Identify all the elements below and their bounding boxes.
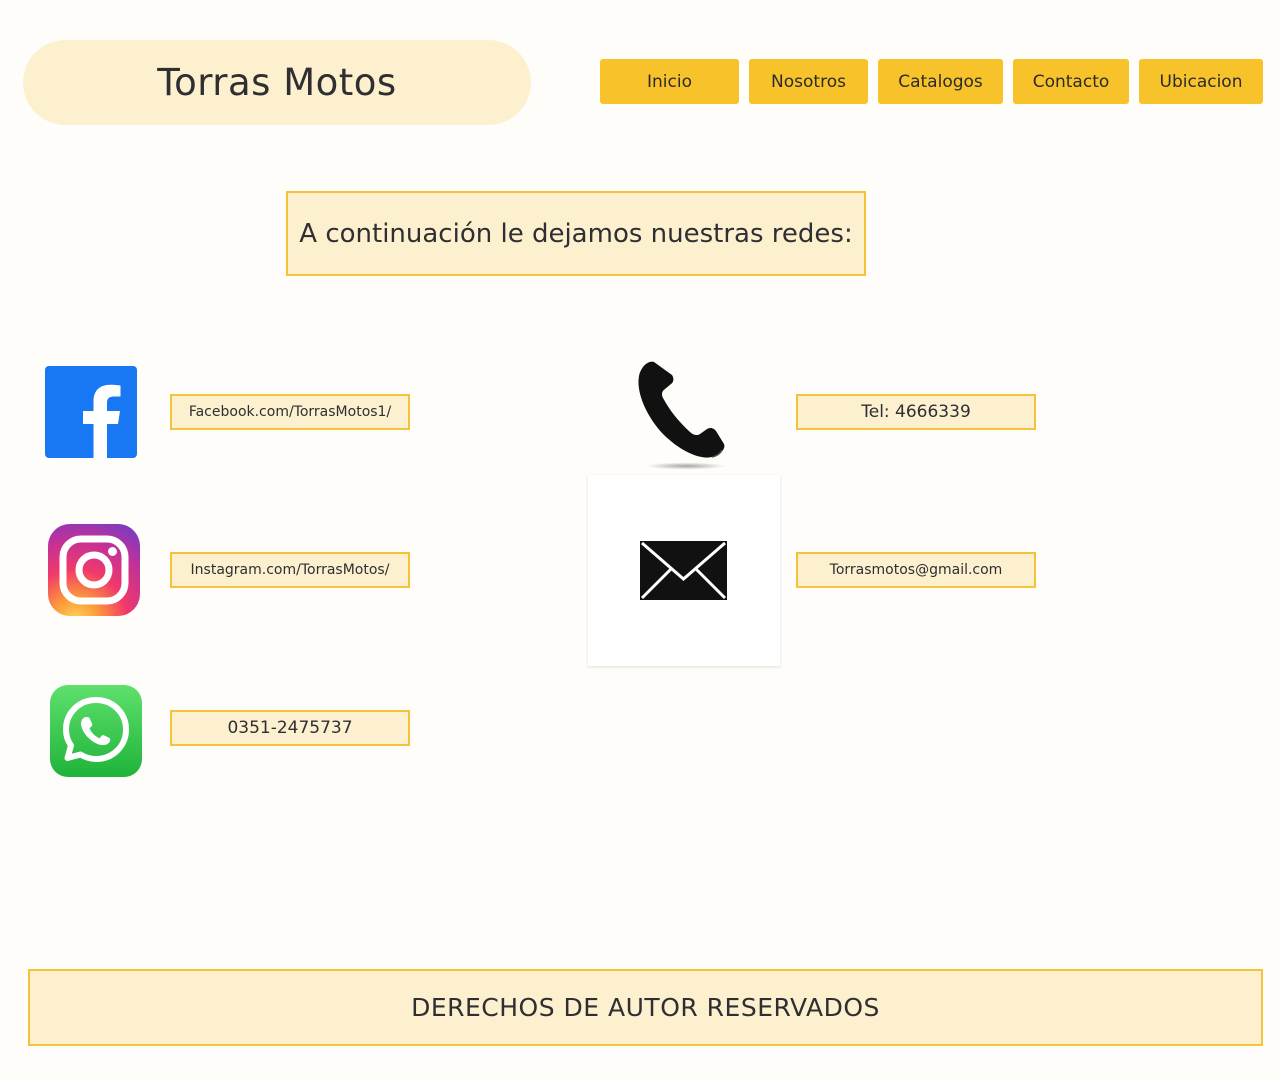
instagram-link[interactable]: Instagram.com/TorrasMotos/	[170, 552, 410, 588]
nav-inicio[interactable]: Inicio	[600, 59, 739, 104]
phone-icon[interactable]	[630, 358, 740, 470]
email-address[interactable]: Torrasmotos@gmail.com	[796, 552, 1036, 588]
mail-icon[interactable]	[588, 475, 780, 666]
whatsapp-icon[interactable]	[50, 685, 142, 777]
footer-copyright: DERECHOS DE AUTOR RESERVADOS	[28, 969, 1263, 1046]
whatsapp-number[interactable]: 0351-2475737	[170, 710, 410, 746]
nav-contacto[interactable]: Contacto	[1013, 59, 1129, 104]
nav-nosotros[interactable]: Nosotros	[749, 59, 868, 104]
nav-ubicacion[interactable]: Ubicacion	[1139, 59, 1263, 104]
facebook-icon[interactable]	[45, 366, 137, 458]
phone-number[interactable]: Tel: 4666339	[796, 394, 1036, 430]
instagram-icon[interactable]	[48, 524, 140, 616]
facebook-link[interactable]: Facebook.com/TorrasMotos1/	[170, 394, 410, 430]
intro-heading: A continuación le dejamos nuestras redes…	[286, 191, 866, 276]
nav-catalogos[interactable]: Catalogos	[878, 59, 1003, 104]
page: Torras Motos Inicio Nosotros Catalogos C…	[0, 0, 1280, 1080]
site-logo-title[interactable]: Torras Motos	[23, 40, 531, 125]
